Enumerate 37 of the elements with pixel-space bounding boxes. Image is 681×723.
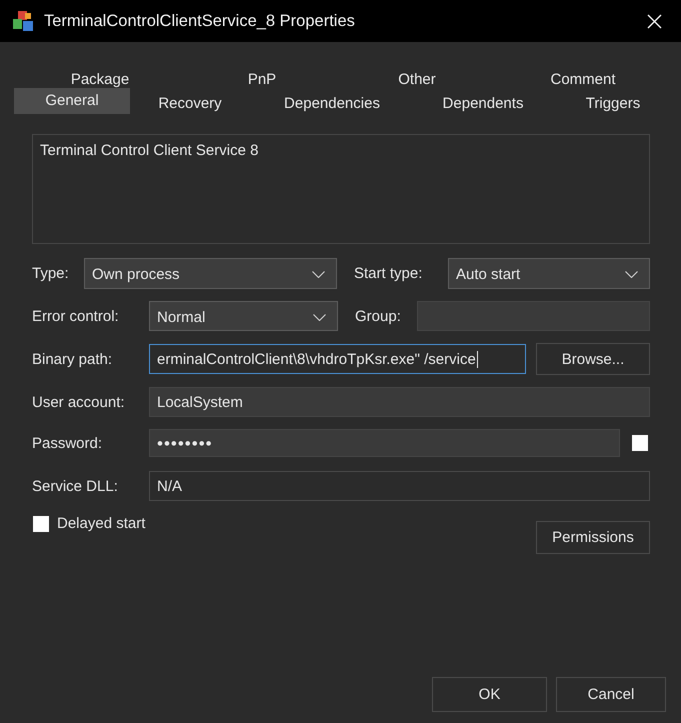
dropdown[interactable]: Own process: [84, 258, 337, 289]
cancel-button[interactable]: Cancel: [556, 677, 666, 712]
field-label: Type:: [32, 265, 69, 282]
tab[interactable]: Triggers: [582, 93, 644, 113]
tab[interactable]: Other: [394, 69, 440, 89]
tab[interactable]: PnP: [244, 69, 280, 89]
field-label: Service DLL:: [32, 478, 118, 494]
checkbox[interactable]: [632, 435, 648, 451]
dropdown[interactable]: Auto start: [448, 258, 650, 289]
checkbox[interactable]: [33, 516, 49, 532]
tab[interactable]: Recovery: [154, 93, 226, 113]
ok-button[interactable]: OK: [432, 677, 547, 712]
field-label: Start type:: [354, 265, 422, 282]
text-caret: [476, 351, 478, 368]
tab[interactable]: Package: [66, 69, 134, 89]
field-label: Password:: [32, 434, 102, 452]
field-label: Group:: [355, 308, 401, 324]
window-title: TerminalControlClientService_8 Properties: [44, 12, 355, 30]
dropdown[interactable]: Normal: [149, 301, 338, 331]
input-field[interactable]: erminalControlClient\8\vhdroTpKsr.exe" /service: [149, 344, 526, 374]
tab[interactable]: General: [14, 88, 130, 114]
input-field[interactable]: N/A: [149, 471, 650, 501]
permissions-button[interactable]: Permissions: [536, 521, 650, 554]
field-label: Binary path:: [32, 350, 112, 368]
close-icon: [646, 14, 662, 28]
chevron-down-icon: [312, 271, 325, 278]
tab[interactable]: Comment: [546, 69, 620, 89]
blocks-icon: [12, 10, 34, 32]
browse-button[interactable]: Browse...: [536, 343, 650, 375]
chevron-down-icon: [313, 314, 326, 320]
field-label: Error control:: [32, 308, 119, 324]
tab[interactable]: Dependents: [438, 93, 528, 113]
tab[interactable]: Dependencies: [280, 93, 384, 113]
chevron-down-icon: [625, 271, 638, 278]
checkbox-label[interactable]: Delayed start: [57, 515, 146, 532]
description-field[interactable]: Terminal Control Client Service 8: [32, 134, 650, 244]
field-label: User account:: [32, 394, 125, 410]
